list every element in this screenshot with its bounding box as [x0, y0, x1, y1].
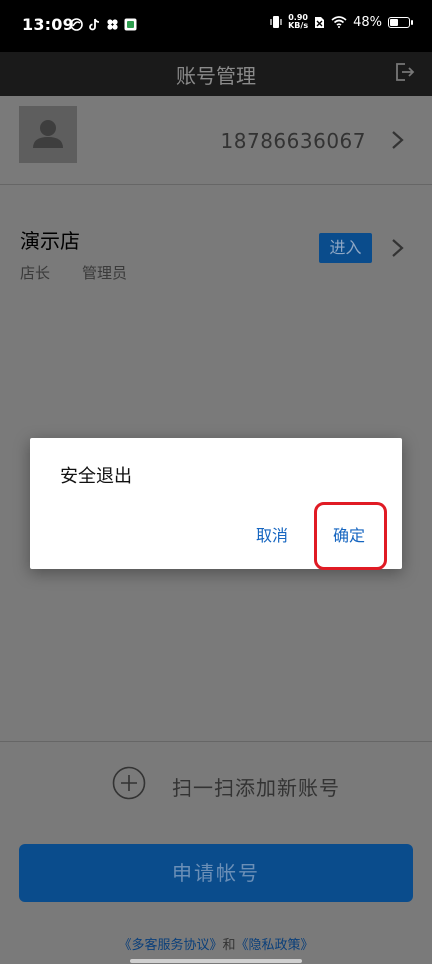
status-time: 13:09	[22, 15, 74, 34]
enter-store-button[interactable]: 进入	[319, 233, 372, 263]
store-name: 演示店	[20, 229, 80, 253]
logout-icon[interactable]	[392, 60, 416, 84]
avatar	[19, 106, 77, 163]
battery-fill	[390, 18, 399, 26]
page-title: 账号管理	[176, 64, 256, 88]
battery-icon	[388, 16, 413, 28]
app-notification-icon	[70, 18, 83, 31]
account-row[interactable]: 18786636067	[0, 96, 432, 184]
chevron-right-icon[interactable]	[391, 130, 405, 150]
cancel-button[interactable]: 取消	[256, 522, 288, 546]
store-role-owner: 店长	[20, 264, 51, 282]
header: 账号管理	[0, 52, 432, 96]
account-phone: 18786636067	[220, 129, 366, 153]
scan-add-account-link[interactable]: 扫一扫添加新账号	[172, 772, 340, 801]
app-badge-icon	[124, 18, 137, 31]
bottom-area: 扫一扫添加新账号 申请帐号 《多客服务协议》和《隐私政策》	[0, 742, 432, 964]
notification-icons	[70, 18, 137, 31]
wifi-icon	[331, 16, 347, 28]
clover-app-icon	[107, 19, 118, 30]
no-sim-icon	[315, 16, 325, 28]
chevron-right-icon[interactable]	[391, 238, 405, 258]
add-circle-icon[interactable]	[112, 766, 146, 800]
dialog-title: 安全退出	[60, 466, 132, 487]
service-agreement-link[interactable]: 《多客服务协议》	[118, 938, 222, 953]
agreement-text: 《多客服务协议》和《隐私政策》	[0, 934, 432, 953]
battery-percent: 48%	[353, 14, 382, 30]
privacy-policy-link[interactable]: 《隐私政策》	[236, 938, 314, 953]
net-speed: 0.90 KB/s	[288, 13, 309, 30]
status-right: 0.90 KB/s 48%	[270, 13, 413, 30]
store-role-admin: 管理员	[82, 264, 128, 282]
tiktok-icon	[89, 18, 100, 31]
user-icon	[33, 120, 63, 148]
agreement-and: 和	[222, 938, 236, 953]
home-indicator[interactable]	[130, 959, 302, 963]
vibrate-icon	[270, 16, 282, 28]
highlight-annotation	[314, 502, 387, 570]
apply-account-button[interactable]: 申请帐号	[19, 844, 413, 902]
status-bar: 13:09 0.90 KB/s 48%	[0, 0, 432, 52]
